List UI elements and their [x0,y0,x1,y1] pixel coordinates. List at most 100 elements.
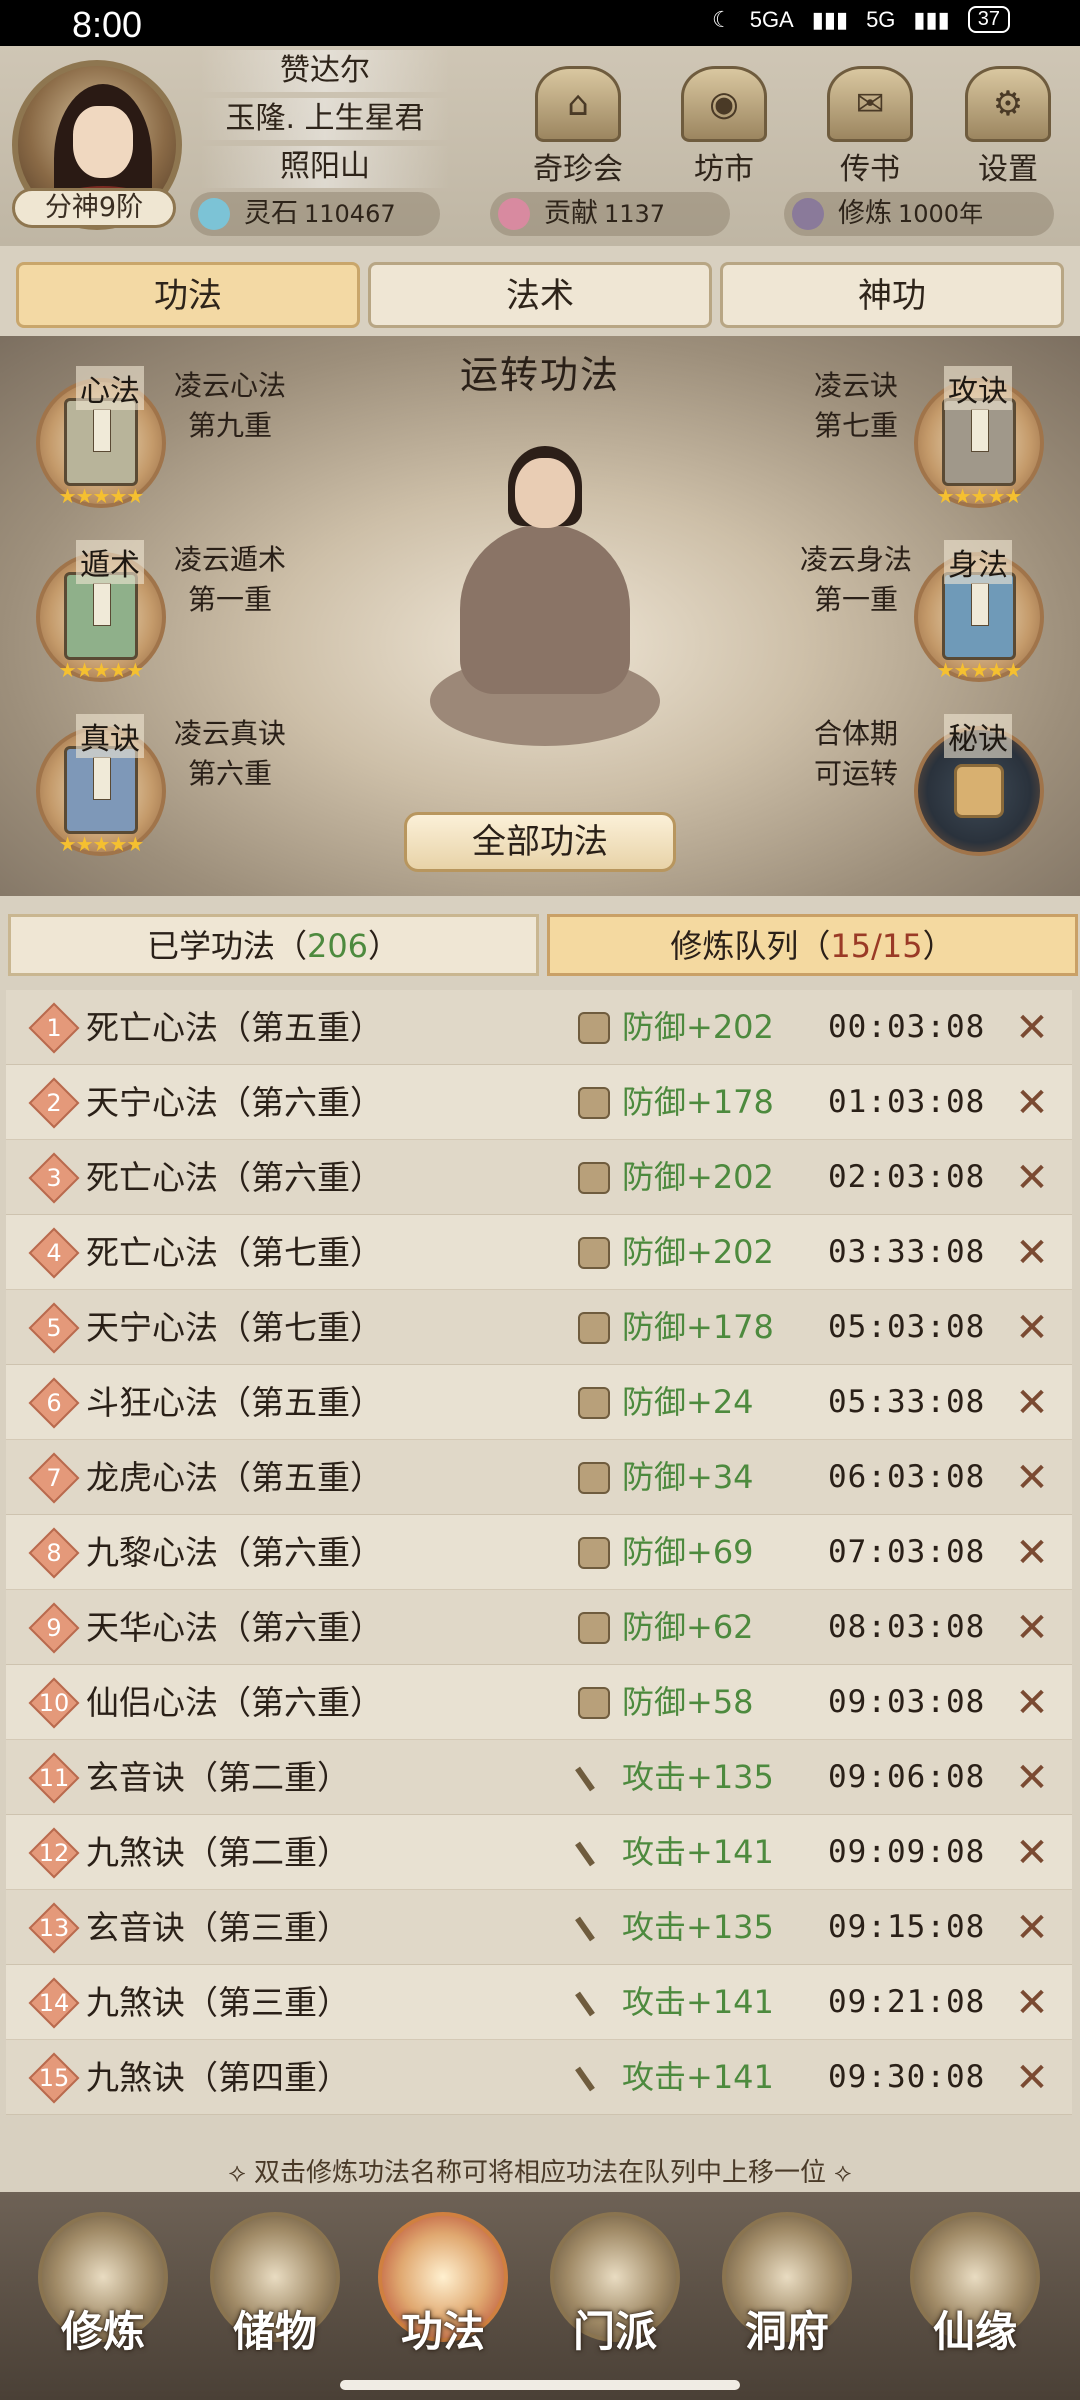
slot-body-art-label: 凌云身法 第一重 [799,543,912,616]
technique-name[interactable]: 死亡心法（第五重） [86,990,383,1065]
tab-divine-skill[interactable]: 神功 [720,262,1064,328]
remove-x-icon[interactable]: ✕ [1010,1683,1054,1723]
technique-bonus: 防御+58 [622,1683,754,1721]
remove-x-icon[interactable]: ✕ [1010,1383,1054,1423]
remove-x-icon[interactable]: ✕ [1010,2058,1054,2098]
technique-name[interactable]: 玄音诀（第二重） [86,1740,350,1815]
technique-bonus: 防御+202 [622,1008,774,1046]
technique-name[interactable]: 天宁心法（第七重） [86,1290,383,1365]
slot-true-formula[interactable]: ★★★★★ 真诀 [36,714,166,856]
technique-bonus: 防御+24 [622,1383,754,1421]
slot-secret-formula[interactable]: 秘诀 [914,714,1044,856]
technique-name[interactable]: 九煞诀（第四重） [86,2040,350,2115]
technique-name[interactable]: 死亡心法（第六重） [86,1140,383,1215]
remove-x-icon[interactable]: ✕ [1010,1983,1054,2023]
slot-heart-method[interactable]: ★★★★★ 心法 [36,366,166,508]
remove-x-icon[interactable]: ✕ [1010,1308,1054,1348]
treasure-pavilion-button[interactable]: ⌂ 奇珍会 [528,66,628,190]
rank-badge: 分神9阶 [12,188,176,228]
player-title: 玉隆. 上生星君 [200,98,450,140]
queue-row[interactable]: 7 龙虎心法（第五重） 防御+34 06:03:08 ✕ [6,1440,1072,1515]
queue-index: 7 [46,1464,62,1492]
technique-timer: 06:03:08 [828,1459,986,1495]
technique-name[interactable]: 九黎心法（第六重） [86,1515,383,1590]
attack-sword-icon [578,1987,610,2019]
queue-row[interactable]: 1 死亡心法（第五重） 防御+202 00:03:08 ✕ [6,990,1072,1065]
remove-x-icon[interactable]: ✕ [1010,1458,1054,1498]
queue-index: 8 [46,1539,62,1567]
technique-bonus: 防御+202 [622,1158,774,1196]
queue-row[interactable]: 14 九煞诀（第三重） 攻击+141 09:21:08 ✕ [6,1965,1072,2040]
technique-timer: 01:03:08 [828,1084,986,1120]
moon-icon: ☾ [711,6,732,32]
technique-timer: 09:09:08 [828,1834,986,1870]
tab-technique[interactable]: 功法 [16,262,360,328]
bottom-nav: 修炼 储物 功法 门派 洞府 仙缘 [0,2192,1080,2400]
technique-name[interactable]: 九煞诀（第三重） [86,1965,350,2040]
technique-name[interactable]: 龙虎心法（第五重） [86,1440,383,1515]
slot-attack-formula[interactable]: ★★★★★ 攻诀 [914,366,1044,508]
queue-row[interactable]: 6 斗狂心法（第五重） 防御+24 05:33:08 ✕ [6,1365,1072,1440]
defense-shield-icon [578,1387,610,1419]
signal-icon: ▮▮▮ [913,6,950,32]
settings-button[interactable]: ⚙ 设置 [958,66,1058,190]
queue-index: 3 [46,1164,62,1192]
contribution-counter: 贡献 1137 [490,192,730,236]
market-button[interactable]: ◉ 坊市 [674,66,774,190]
nav-immortal-fate[interactable]: 仙缘 [900,2212,1050,2382]
queue-row[interactable]: 11 玄音诀（第二重） 攻击+135 09:06:08 ✕ [6,1740,1072,1815]
remove-x-icon[interactable]: ✕ [1010,1908,1054,1948]
queue-row[interactable]: 12 九煞诀（第二重） 攻击+141 09:09:08 ✕ [6,1815,1072,1890]
technique-name[interactable]: 斗狂心法（第五重） [86,1365,383,1440]
tab-learned-techniques[interactable]: 已学功法（206） [8,914,539,976]
remove-x-icon[interactable]: ✕ [1010,1008,1054,1048]
queue-index: 5 [46,1314,62,1342]
attack-sword-icon [578,2062,610,2094]
slot-escape-art[interactable]: ★★★★★ 遁术 [36,540,166,682]
all-techniques-button[interactable]: 全部功法 [404,812,676,872]
technique-name[interactable]: 天华心法（第六重） [86,1590,383,1665]
queue-row[interactable]: 5 天宁心法（第七重） 防御+178 05:03:08 ✕ [6,1290,1072,1365]
defense-shield-icon [578,1162,610,1194]
nav-technique-scroll[interactable]: 功法 [368,2212,518,2382]
remove-x-icon[interactable]: ✕ [1010,1083,1054,1123]
queue-row[interactable]: 4 死亡心法（第七重） 防御+202 03:33:08 ✕ [6,1215,1072,1290]
technique-name[interactable]: 九煞诀（第二重） [86,1815,350,1890]
queue-row[interactable]: 2 天宁心法（第六重） 防御+178 01:03:08 ✕ [6,1065,1072,1140]
nav-cultivation[interactable]: 修炼 [28,2212,178,2382]
home-indicator [340,2380,740,2390]
technique-name[interactable]: 仙侣心法（第六重） [86,1665,383,1740]
attack-sword-icon [578,1762,610,1794]
remove-x-icon[interactable]: ✕ [1010,1533,1054,1573]
remove-x-icon[interactable]: ✕ [1010,1608,1054,1648]
tab-training-queue[interactable]: 修炼队列（15/15） [547,914,1078,976]
book-icon [64,572,138,660]
tab-spells[interactable]: 法术 [368,262,712,328]
technique-name[interactable]: 天宁心法（第六重） [86,1065,383,1140]
technique-timer: 09:30:08 [828,2059,986,2095]
nav-sect-gate[interactable]: 门派 [540,2212,690,2382]
queue-index: 9 [46,1614,62,1642]
nav-storage-bag[interactable]: 储物 [200,2212,350,2382]
spirit-stone-counter: 灵石 110467 [190,192,440,236]
queue-row[interactable]: 13 玄音诀（第三重） 攻击+135 09:15:08 ✕ [6,1890,1072,1965]
queue-row[interactable]: 15 九煞诀（第四重） 攻击+141 09:30:08 ✕ [6,2040,1072,2115]
remove-x-icon[interactable]: ✕ [1010,1233,1054,1273]
book-icon [942,572,1016,660]
queue-row[interactable]: 3 死亡心法（第六重） 防御+202 02:03:08 ✕ [6,1140,1072,1215]
nav-cave-abode[interactable]: 洞府 [712,2212,862,2382]
queue-row[interactable]: 10 仙侣心法（第六重） 防御+58 09:03:08 ✕ [6,1665,1072,1740]
defense-shield-icon [578,1237,610,1269]
remove-x-icon[interactable]: ✕ [1010,1758,1054,1798]
slot-body-art[interactable]: ★★★★★ 身法 [914,540,1044,682]
letters-button[interactable]: ✉ 传书 [820,66,920,190]
technique-name[interactable]: 玄音诀（第三重） [86,1890,350,1965]
queue-row[interactable]: 9 天华心法（第六重） 防御+62 08:03:08 ✕ [6,1590,1072,1665]
book-icon [64,746,138,834]
technique-name[interactable]: 死亡心法（第七重） [86,1215,383,1290]
remove-x-icon[interactable]: ✕ [1010,1158,1054,1198]
queue-row[interactable]: 8 九黎心法（第六重） 防御+69 07:03:08 ✕ [6,1515,1072,1590]
queue-index: 10 [38,1689,70,1717]
remove-x-icon[interactable]: ✕ [1010,1833,1054,1873]
defense-shield-icon [578,1612,610,1644]
